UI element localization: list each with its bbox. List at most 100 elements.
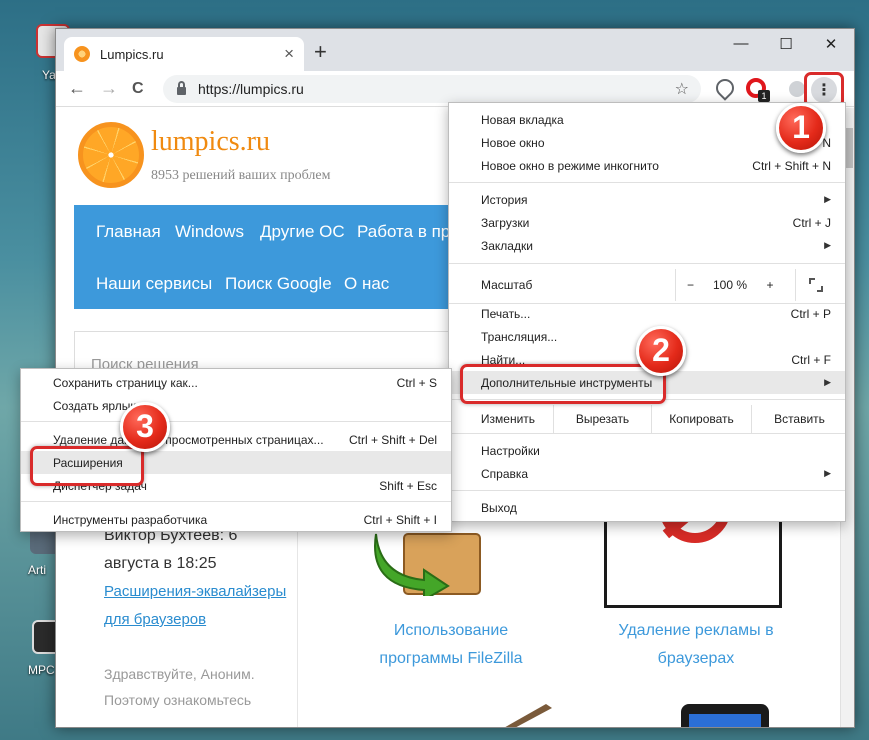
minimize-button[interactable]: — [726,35,756,52]
card-adblock-title[interactable]: Удаление рекламы в браузерах [596,617,796,673]
submenu-clear-data-label: Удаление данных о просмотренных страница… [53,432,324,447]
nav-services[interactable]: Наши сервисы [96,274,212,294]
submenu-dev-tools-shortcut: Ctrl + Shift + I [363,512,437,527]
submenu-arrow-icon: ▶ [824,240,831,250]
extension-badge: 1 [758,90,770,102]
menu-edit-row: Изменить Вырезать Копировать Вставить [449,405,845,433]
fullscreen-icon [808,278,823,292]
bookmark-star-icon[interactable]: ☆ [675,79,689,99]
phone-image [681,704,769,727]
three-dots-icon: ⋮ [811,77,837,103]
menu-paste-button[interactable]: Вставить [751,405,847,433]
forward-icon[interactable]: → [100,78,118,99]
menu-downloads-shortcut: Ctrl + J [792,215,831,230]
nav-about[interactable]: О нас [344,274,389,294]
reload-icon[interactable]: C [132,80,144,98]
desktop-label-mpc: MPC [28,663,55,677]
extension-grey-icon[interactable] [789,81,805,97]
address-bar[interactable]: https://lumpics.ru ☆ [163,75,701,103]
adblock-article-image[interactable] [604,471,782,608]
menu-incognito[interactable]: Новое окно в режиме инкогнито Ctrl + Shif… [449,154,845,177]
menu-print[interactable]: Печать... Ctrl + P [449,302,845,325]
card-filezilla-title[interactable]: Использование программы FileZilla [356,617,546,673]
menu-bookmarks-label: Закладки [481,238,533,253]
submenu-separator [21,501,451,502]
submenu-save-page-shortcut: Ctrl + S [396,375,437,390]
menu-incognito-shortcut: Ctrl + Shift + N [752,158,831,173]
highlight-extensions [30,446,144,486]
step-2-badge: 2 [636,326,686,376]
submenu-separator [21,421,451,422]
submenu-save-page-label: Сохранить страницу как... [53,375,198,390]
menu-settings-label: Настройки [481,443,540,458]
submenu-save-page[interactable]: Сохранить страницу как... Ctrl + S [21,371,451,394]
menu-help[interactable]: Справка ▶ [449,462,845,485]
zoom-out-button[interactable]: − [675,269,705,301]
nav-google-search[interactable]: Поиск Google [225,274,332,294]
title-bar: Lumpics.ru × + — ☐ ✕ [56,29,854,71]
submenu-arrow-icon: ▶ [824,468,831,478]
comment-text: Здравствуйте, Аноним. Поэтому ознакомьте… [104,661,304,713]
submenu-arrow-icon: ▶ [824,377,831,387]
menu-separator [449,490,845,491]
favicon-icon [74,46,90,62]
nav-windows[interactable]: Windows [175,222,244,242]
submenu-create-shortcut[interactable]: Создать ярлык... [21,394,451,417]
menu-incognito-label: Новое окно в режиме инкогнито [481,158,659,173]
filezilla-article-image[interactable] [374,526,484,596]
menu-exit[interactable]: Выход [449,496,845,519]
lock-icon [177,81,186,95]
nav-other-os[interactable]: Другие ОС [260,222,345,242]
comment-text-line2: Поэтому ознакомьтесь [104,692,252,708]
zoom-value: 100 % [712,278,748,292]
desktop-label-ya: Ya [42,68,56,82]
step-1-badge: 1 [776,103,826,153]
menu-edit-label: Изменить [480,412,536,426]
submenu-clear-data-shortcut: Ctrl + Shift + Del [348,432,437,447]
zoom-in-button[interactable]: + [755,269,785,301]
menu-history-label: История [481,192,528,207]
menu-help-label: Справка [481,466,529,481]
submenu-arrow-icon: ▶ [824,194,831,204]
menu-find-shortcut: Ctrl + F [791,352,831,367]
nav-home[interactable]: Главная [96,222,161,242]
step-3-badge: 3 [120,402,170,452]
menu-separator [449,433,845,434]
extension-droplet-icon[interactable] [712,75,738,101]
orange-logo-icon[interactable] [78,122,144,188]
maximize-button[interactable]: ☐ [771,35,801,53]
new-tab-button[interactable]: + [314,39,327,65]
site-title[interactable]: lumpics.ru [151,126,270,158]
menu-copy-button[interactable]: Копировать [651,405,751,433]
back-icon[interactable]: ← [68,78,86,99]
submenu-dev-tools[interactable]: Инструменты разработчика Ctrl + Shift + I [21,508,451,531]
comment-article-link[interactable]: Расширения-эквалайзеры для браузеров [104,578,294,634]
menu-history[interactable]: История ▶ [449,188,845,211]
nav-work[interactable]: Работа в про [357,222,460,242]
comment-text-line1: Здравствуйте, Аноним. [104,666,255,682]
menu-new-window-label: Новое окно [481,135,545,150]
tab-close-icon[interactable]: × [284,44,294,64]
menu-print-shortcut: Ctrl + P [790,306,831,321]
site-subtitle: 8953 решений ваших проблем [151,168,331,183]
tab-lumpics[interactable]: Lumpics.ru × [64,37,304,71]
menu-settings[interactable]: Настройки [449,439,845,462]
fullscreen-button[interactable] [795,269,835,301]
menu-downloads-label: Загрузки [481,215,530,230]
highlight-more-tools [460,364,666,404]
menu-cut-button[interactable]: Вырезать [553,405,651,433]
menu-separator [449,182,845,183]
menu-bookmarks[interactable]: Закладки ▶ [449,234,845,257]
menu-print-label: Печать... [481,306,531,321]
menu-downloads[interactable]: Загрузки Ctrl + J [449,211,845,234]
chrome-main-menu: Новая вкладка Новое окноCtrl + N Новое о… [448,102,846,522]
comments-widget: Виктор Бухтеев: 6 августа в 18:25 Расшир… [74,508,298,727]
knife-image [505,704,552,727]
submenu-task-manager-shortcut: Shift + Esc [379,478,437,493]
menu-zoom-row: Масштаб − 100 % + [449,269,845,301]
site-navbar: Главная Windows Другие ОС Работа в про Н… [74,205,474,309]
menu-exit-label: Выход [481,500,517,515]
close-window-button[interactable]: ✕ [816,35,846,53]
submenu-create-shortcut-label: Создать ярлык... [53,398,146,413]
url-text: https://lumpics.ru [198,81,304,97]
